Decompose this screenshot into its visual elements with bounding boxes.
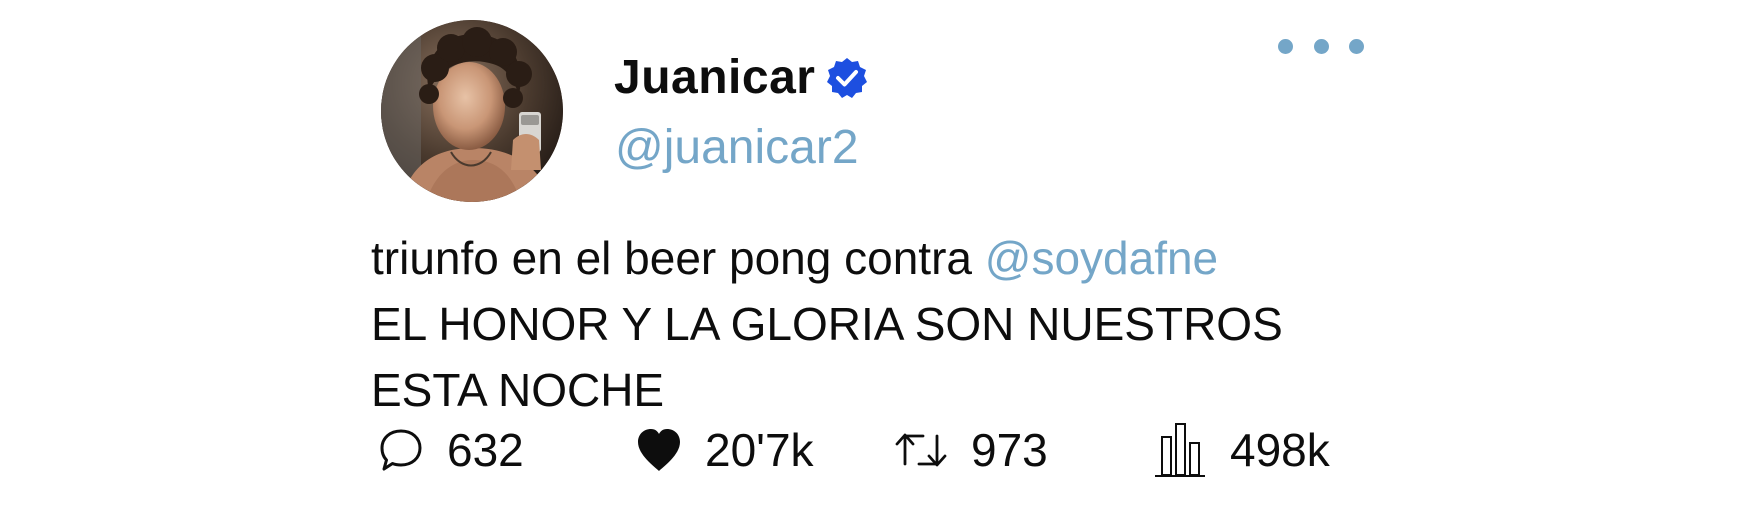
mention-link[interactable]: @soydafne [985, 232, 1218, 284]
reply-button[interactable]: 632 [378, 410, 524, 490]
more-dot [1313, 38, 1329, 54]
verified-badge-icon [825, 56, 869, 100]
retweet-count: 973 [971, 424, 1048, 476]
display-name[interactable]: Juanicar [614, 54, 815, 102]
retweet-icon [893, 428, 949, 472]
retweet-button[interactable]: 973 [893, 410, 1048, 490]
like-count: 20'7k [705, 424, 814, 476]
reply-count: 632 [447, 424, 524, 476]
heart-icon [635, 427, 683, 473]
tweet-card: Juanicar @juanicar2 triunfo en el beer p… [0, 0, 1748, 523]
tweet-line-2: EL HONOR Y LA GLORIA SON NUESTROS [371, 298, 1283, 350]
views-count: 498k [1230, 424, 1330, 476]
action-bar: 632 20'7k 973 498k [0, 410, 1748, 490]
avatar[interactable] [381, 20, 563, 202]
more-dot [1349, 38, 1364, 54]
views-button[interactable]: 498k [1154, 410, 1330, 490]
tweet-text-segment: triunfo en el beer pong contra [371, 232, 985, 284]
author-handle[interactable]: @juanicar2 [615, 124, 859, 172]
author-name-row: Juanicar [614, 48, 869, 108]
tweet-text: triunfo en el beer pong contra @soydafne… [371, 225, 1283, 423]
like-button[interactable]: 20'7k [635, 410, 814, 490]
more-dot [1278, 38, 1293, 54]
views-chart-icon [1154, 421, 1206, 479]
tweet-line-1: triunfo en el beer pong contra @soydafne [371, 225, 1283, 291]
more-options-icon[interactable] [1278, 36, 1364, 56]
profile-photo-avatar [381, 20, 563, 202]
reply-bubble-icon [378, 427, 424, 473]
